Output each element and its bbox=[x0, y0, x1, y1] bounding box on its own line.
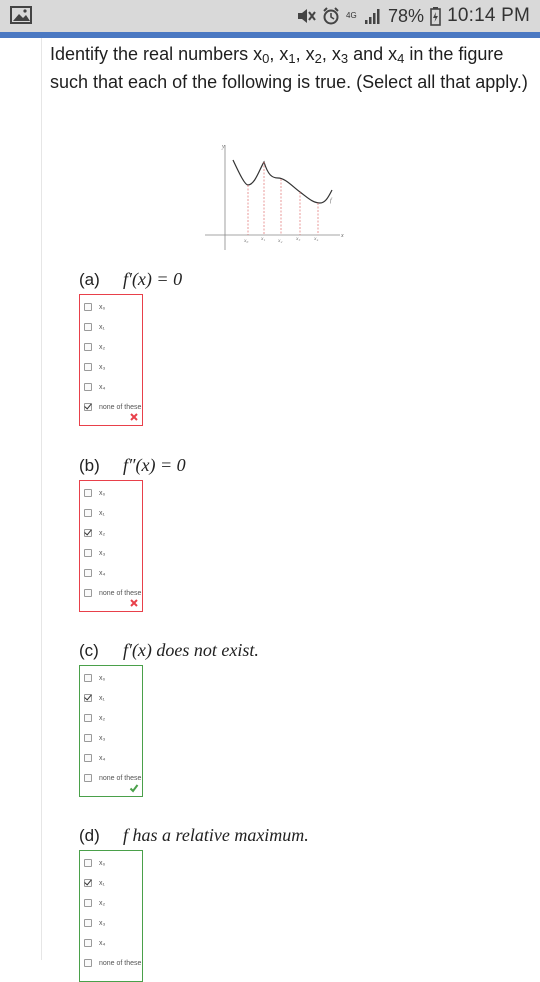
checkbox[interactable] bbox=[84, 939, 92, 947]
checkbox[interactable] bbox=[84, 674, 92, 682]
checkbox[interactable] bbox=[84, 879, 92, 887]
var-x0: x0 bbox=[253, 44, 270, 66]
part-d-option-none[interactable]: none of these bbox=[84, 956, 141, 970]
tick-x2: x₂ bbox=[277, 238, 282, 244]
function-graph: y x f x₀ x₁ x₂ x₃ x₄ bbox=[205, 144, 344, 250]
part-d-label: (d) f has a relative maximum. bbox=[79, 825, 309, 845]
checkbox[interactable] bbox=[84, 919, 92, 927]
checkbox[interactable] bbox=[84, 774, 92, 782]
part-b-label: (b) f″(x) = 0 bbox=[79, 455, 186, 475]
part-d: (d) f has a relative maximum. x₀ x₁ x₂ x₃… bbox=[79, 824, 479, 982]
checkbox[interactable] bbox=[84, 549, 92, 557]
part-d-option-x0[interactable]: x₀ bbox=[84, 856, 105, 870]
signal-icon bbox=[365, 9, 380, 24]
mute-icon bbox=[298, 9, 316, 23]
incorrect-x-icon bbox=[130, 599, 138, 607]
part-a-option-x1[interactable]: x₁ bbox=[84, 320, 105, 334]
checkbox[interactable] bbox=[84, 959, 92, 967]
part-a-label: (a) f′(x) = 0 bbox=[79, 269, 183, 289]
part-b-option-x0[interactable]: x₀ bbox=[84, 486, 105, 500]
part-c-option-x3[interactable]: x₃ bbox=[84, 731, 105, 745]
part-a-option-x0[interactable]: x₀ bbox=[84, 300, 105, 314]
battery-charging-icon bbox=[430, 6, 441, 26]
part-d-option-x2[interactable]: x₂ bbox=[84, 896, 105, 910]
alarm-icon bbox=[323, 7, 339, 25]
part-c-option-x2[interactable]: x₂ bbox=[84, 711, 105, 725]
checkbox[interactable] bbox=[84, 303, 92, 311]
checkbox[interactable] bbox=[84, 589, 92, 597]
part-c-option-x1[interactable]: x₁ bbox=[84, 691, 105, 705]
tick-x0: x₀ bbox=[243, 238, 248, 244]
question-intro: Identify the real numbers bbox=[50, 44, 254, 64]
clock-time: 10:14 PM bbox=[447, 5, 530, 26]
part-a-option-x2[interactable]: x₂ bbox=[84, 340, 105, 354]
question-text: Identify the real numbers x0, x1, x2, x3… bbox=[50, 44, 528, 92]
part-c-choices: x₀ x₁ x₂ x₃ x₄ none of these bbox=[79, 665, 143, 797]
correct-check-icon bbox=[129, 784, 139, 793]
part-b: (b) f″(x) = 0 x₀ x₁ x₂ x₃ x₄ none of thes… bbox=[79, 454, 479, 612]
gallery-icon bbox=[10, 6, 32, 24]
checkbox[interactable] bbox=[84, 323, 92, 331]
checkbox[interactable] bbox=[84, 383, 92, 391]
part-d-option-x4[interactable]: x₄ bbox=[84, 936, 105, 950]
battery-percent: 78% bbox=[388, 5, 425, 26]
part-c-label: (c) f′(x) does not exist. bbox=[79, 640, 259, 660]
x-axis-label: x bbox=[340, 233, 344, 239]
y-axis-label: y bbox=[221, 144, 225, 150]
var-x4: x4 bbox=[388, 44, 405, 66]
incorrect-x-icon bbox=[130, 413, 138, 421]
tick-x1: x₁ bbox=[260, 236, 265, 242]
var-x2: x2 bbox=[305, 44, 322, 66]
tick-x4: x₄ bbox=[313, 236, 318, 242]
var-x3: x3 bbox=[331, 44, 349, 66]
tick-x3: x₃ bbox=[295, 236, 300, 242]
part-b-option-x4[interactable]: x₄ bbox=[84, 566, 105, 580]
checkbox[interactable] bbox=[84, 734, 92, 742]
part-b-choices: x₀ x₁ x₂ x₃ x₄ none of these bbox=[79, 480, 143, 612]
checkbox[interactable] bbox=[84, 694, 92, 702]
part-a-option-x3[interactable]: x₃ bbox=[84, 360, 105, 374]
curve-label: f bbox=[330, 197, 333, 204]
checkbox[interactable] bbox=[84, 899, 92, 907]
var-x1: x1 bbox=[279, 44, 296, 66]
part-a-choices: x₀ x₁ x₂ x₃ x₄ none of these bbox=[79, 294, 143, 426]
network-type-label: 4G bbox=[346, 11, 357, 20]
checkbox[interactable] bbox=[84, 363, 92, 371]
checkbox[interactable] bbox=[84, 714, 92, 722]
status-icons: 4G 78% 10:14 PM bbox=[296, 5, 530, 26]
part-d-option-x3[interactable]: x₃ bbox=[84, 916, 105, 930]
checkbox[interactable] bbox=[84, 754, 92, 762]
part-c: (c) f′(x) does not exist. x₀ x₁ x₂ x₃ x₄ … bbox=[79, 639, 479, 797]
webpage-header-strip bbox=[0, 32, 540, 38]
part-b-option-x3[interactable]: x₃ bbox=[84, 546, 105, 560]
part-b-option-x1[interactable]: x₁ bbox=[84, 506, 105, 520]
checkbox[interactable] bbox=[84, 403, 92, 411]
part-d-choices: x₀ x₁ x₂ x₃ x₄ none of these bbox=[79, 850, 143, 982]
part-c-option-x4[interactable]: x₄ bbox=[84, 751, 105, 765]
checkbox[interactable] bbox=[84, 529, 92, 537]
part-a-option-x4[interactable]: x₄ bbox=[84, 380, 105, 394]
content-left-border bbox=[41, 38, 42, 960]
part-b-option-x2[interactable]: x₂ bbox=[84, 526, 105, 540]
part-d-option-x1[interactable]: x₁ bbox=[84, 876, 105, 890]
checkbox[interactable] bbox=[84, 859, 92, 867]
part-a: (a) f′(x) = 0 x₀ x₁ x₂ x₃ x₄ none of thes… bbox=[79, 268, 479, 426]
checkbox[interactable] bbox=[84, 343, 92, 351]
checkbox[interactable] bbox=[84, 509, 92, 517]
checkbox[interactable] bbox=[84, 569, 92, 577]
part-c-option-x0[interactable]: x₀ bbox=[84, 671, 105, 685]
checkbox[interactable] bbox=[84, 489, 92, 497]
status-bar: 4G 78% 10:14 PM bbox=[0, 0, 540, 32]
question-and: and bbox=[348, 44, 389, 64]
